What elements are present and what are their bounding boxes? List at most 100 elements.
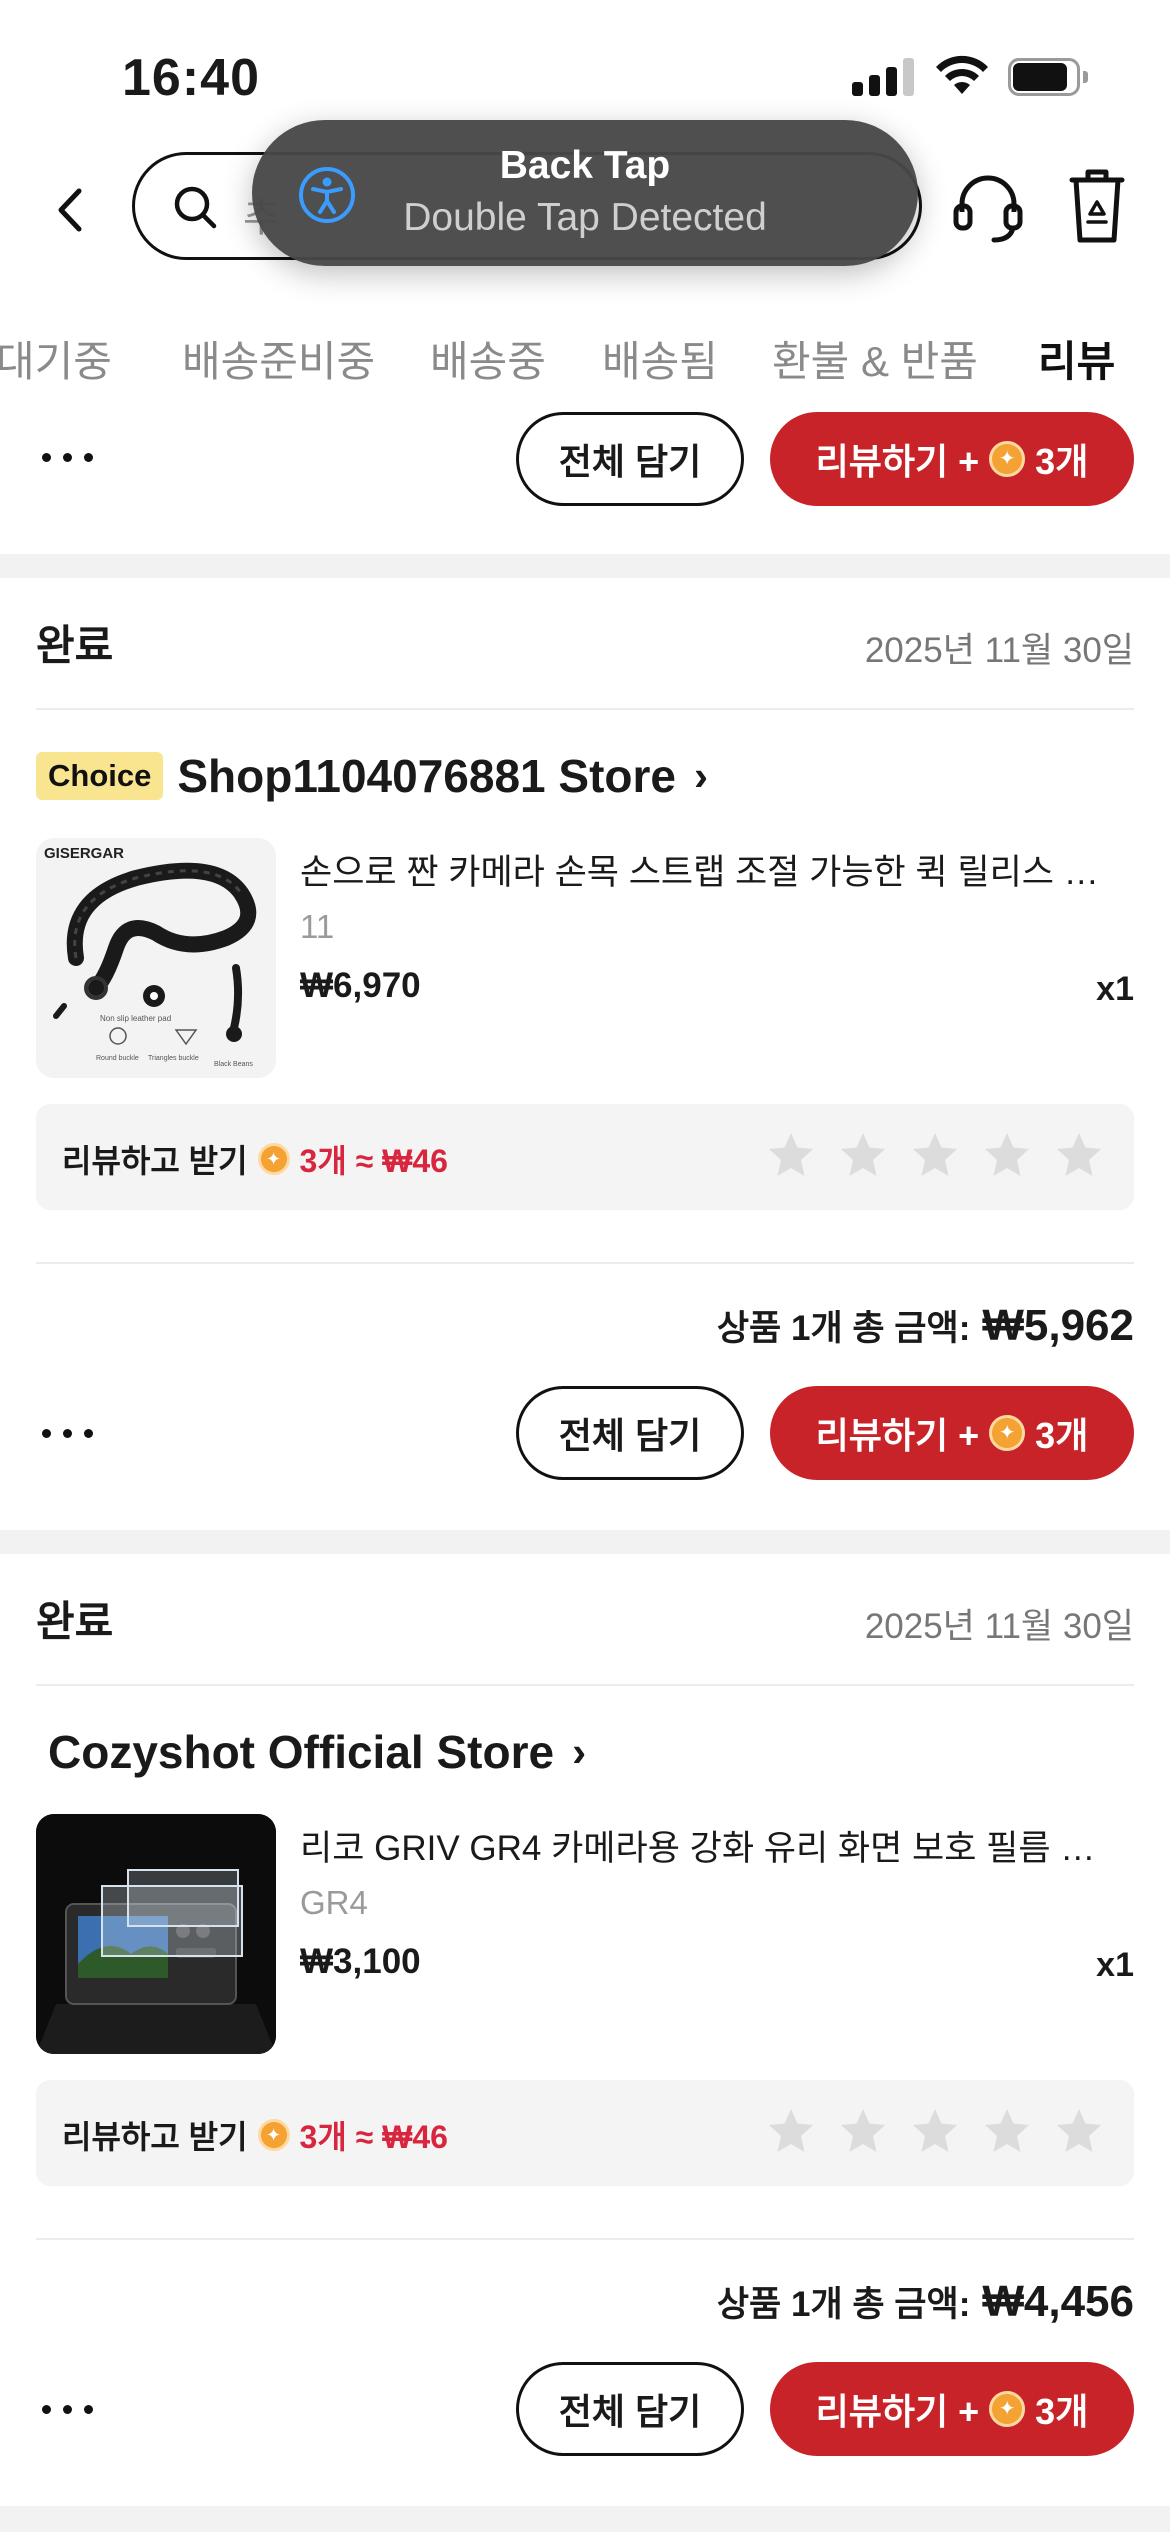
- star-icon[interactable]: [910, 1130, 960, 1180]
- choice-badge: Choice: [36, 752, 164, 800]
- order-date: 2025년 11월 30일: [864, 1607, 1134, 1646]
- coin-icon: [989, 1415, 1026, 1451]
- wifi-icon: [936, 55, 988, 94]
- card-separator: [0, 2506, 1170, 2532]
- product-price: ₩3,100: [300, 1942, 421, 1981]
- review-prompt-text: 리뷰하고 받기: [62, 1143, 248, 1179]
- chevron-right-icon: ›: [572, 1728, 587, 1775]
- tab-review[interactable]: 리뷰: [1038, 328, 1115, 389]
- star-rating[interactable]: [766, 2106, 1104, 2156]
- product-title[interactable]: 리코 GRIV GR4 카메라용 강화 유리 화면 보호 필름 2개: [300, 1820, 1110, 1871]
- coin-icon: [989, 2391, 1026, 2427]
- tab-preparing[interactable]: 배송준비중: [182, 328, 375, 389]
- battery-icon: [1008, 58, 1088, 96]
- total-amount: ₩5,962: [982, 1301, 1134, 1350]
- chevron-left-icon: [58, 188, 82, 232]
- tab-shipping[interactable]: 배송중: [430, 328, 546, 389]
- more-options-button[interactable]: [42, 2394, 112, 2424]
- star-icon[interactable]: [1054, 1130, 1104, 1180]
- total-label: 상품 1개 총 금액:: [716, 2285, 971, 2324]
- total-amount: ₩4,456: [982, 2277, 1134, 2326]
- thumb-triangle-caption: Triangles buckle: [148, 1055, 199, 1062]
- review-reward-box: 리뷰하고 받기 3개 ≈ ₩46: [36, 2080, 1134, 2186]
- thumb-brand: GISERGAR: [44, 845, 124, 862]
- star-icon[interactable]: [838, 1130, 888, 1180]
- product-thumbnail[interactable]: GISERGAR Non slip leather pad Round buck…: [36, 838, 276, 1078]
- coin-icon: [989, 441, 1026, 477]
- reward-amount: 3개 ≈ ₩46: [299, 2119, 448, 2155]
- search-icon: [174, 186, 217, 229]
- more-options-button[interactable]: [42, 442, 112, 472]
- order-date: 2025년 11월 30일: [864, 631, 1134, 670]
- product-variant: GR4: [300, 1884, 368, 1921]
- order-status: 완료: [36, 1598, 114, 1645]
- write-review-label: 리뷰하기 +: [815, 441, 980, 482]
- coin-icon: [257, 1143, 290, 1175]
- order-total: 상품 1개 총 금액: ₩4,456: [717, 2276, 1134, 2327]
- product-thumbnail[interactable]: [36, 1814, 276, 2054]
- order-total: 상품 1개 총 금액: ₩5,962: [717, 1300, 1134, 1351]
- review-coin-count: 3개: [1035, 1415, 1089, 1456]
- review-coin-count: 3개: [1035, 2391, 1089, 2432]
- product-quantity: x1: [1096, 1946, 1134, 1984]
- back-tap-toast: Back Tap Double Tap Detected: [252, 120, 918, 266]
- review-prompt-text: 리뷰하고 받기: [62, 2119, 248, 2155]
- order-status: 완료: [36, 622, 114, 669]
- status-time: 16:40: [122, 49, 260, 107]
- star-icon[interactable]: [982, 2106, 1032, 2156]
- star-icon[interactable]: [766, 1130, 816, 1180]
- chevron-right-icon: ›: [694, 752, 708, 799]
- customer-support-icon[interactable]: [950, 170, 1026, 246]
- review-coin-count: 3개: [1035, 441, 1089, 482]
- more-options-button[interactable]: [42, 1418, 112, 1448]
- write-review-button[interactable]: 리뷰하기 + 3개: [770, 2362, 1134, 2456]
- card-separator: [0, 1530, 1170, 1554]
- review-reward-label: 리뷰하고 받기 3개 ≈ ₩46: [62, 2112, 448, 2158]
- screen-protector-image: [36, 1814, 276, 2054]
- store-link[interactable]: Cozyshot Official Store ›: [48, 1722, 586, 1782]
- status-bar: 16:40: [0, 0, 1170, 140]
- total-label: 상품 1개 총 금액:: [716, 1309, 971, 1348]
- add-all-to-cart-button[interactable]: 전체 담기: [516, 2362, 744, 2456]
- back-button[interactable]: [40, 180, 100, 240]
- wrist-strap-image: GISERGAR Non slip leather pad Round buck…: [44, 845, 257, 1068]
- tab-waiting[interactable]: 대기중: [0, 328, 112, 389]
- product-title[interactable]: 손으로 짠 카메라 손목 스트랩 조절 가능한 퀵 릴리스 어...: [300, 844, 1110, 895]
- trash-icon[interactable]: [1064, 166, 1130, 246]
- thumb-pad-caption: Non slip leather pad: [100, 1014, 171, 1023]
- tab-delivered[interactable]: 배송됨: [602, 328, 718, 389]
- divider: [36, 708, 1134, 710]
- star-icon[interactable]: [982, 1130, 1032, 1180]
- write-review-label: 리뷰하기 +: [815, 1415, 980, 1456]
- add-all-to-cart-button[interactable]: 전체 담기: [516, 412, 744, 506]
- coin-icon: [257, 2119, 290, 2151]
- tab-refund-return[interactable]: 환불 & 반품: [772, 328, 978, 389]
- product-variant: 11: [300, 908, 335, 945]
- product-quantity: x1: [1096, 970, 1134, 1008]
- write-review-button[interactable]: 리뷰하기 + 3개: [770, 1386, 1134, 1480]
- star-icon[interactable]: [766, 2106, 816, 2156]
- store-name: Shop1104076881 Store: [177, 750, 676, 802]
- card-separator: [0, 554, 1170, 578]
- write-review-button[interactable]: 리뷰하기 + 3개: [770, 412, 1134, 506]
- store-link[interactable]: Choice Shop1104076881 Store ›: [36, 746, 708, 806]
- star-icon[interactable]: [838, 2106, 888, 2156]
- add-all-to-cart-button[interactable]: 전체 담기: [516, 1386, 744, 1480]
- reward-amount: 3개 ≈ ₩46: [299, 1143, 448, 1179]
- divider: [36, 1684, 1134, 1686]
- toast-title: Back Tap: [499, 144, 671, 187]
- cellular-signal-icon: [852, 58, 914, 96]
- star-icon[interactable]: [910, 2106, 960, 2156]
- review-reward-label: 리뷰하고 받기 3개 ≈ ₩46: [62, 1136, 448, 1182]
- review-reward-box: 리뷰하고 받기 3개 ≈ ₩46: [36, 1104, 1134, 1210]
- product-price: ₩6,970: [300, 966, 421, 1005]
- star-rating[interactable]: [766, 1130, 1104, 1180]
- star-icon[interactable]: [1054, 2106, 1104, 2156]
- write-review-label: 리뷰하기 +: [815, 2391, 980, 2432]
- divider: [36, 2238, 1134, 2240]
- store-name: Cozyshot Official Store: [48, 1726, 555, 1778]
- toast-subtitle: Double Tap Detected: [403, 196, 767, 239]
- thumb-beans-caption: Black Beans: [214, 1061, 253, 1068]
- thumb-round-caption: Round buckle: [96, 1055, 139, 1062]
- divider: [36, 1262, 1134, 1264]
